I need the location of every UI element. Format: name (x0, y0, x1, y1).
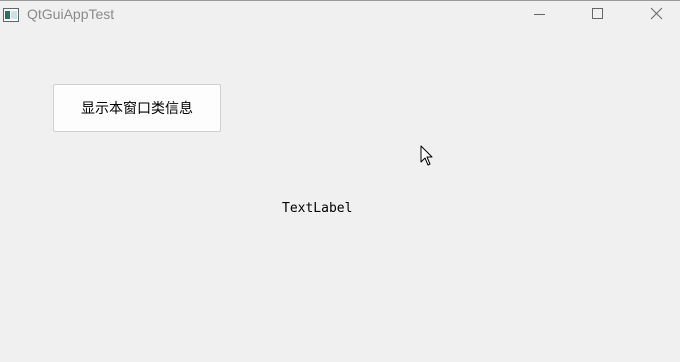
app-window-icon (3, 7, 19, 22)
maximize-button[interactable] (570, 1, 626, 30)
mouse-cursor-icon (420, 145, 434, 167)
minimize-button[interactable] (512, 1, 568, 30)
close-button[interactable] (628, 1, 680, 30)
show-class-info-button[interactable]: 显示本窗口类信息 (53, 84, 221, 132)
text-label: TextLabel (282, 201, 353, 216)
main-window: QtGuiAppTest 显示本窗口类信息 TextLabel (0, 0, 680, 362)
title-bar[interactable]: QtGuiAppTest (0, 1, 680, 30)
window-title: QtGuiAppTest (27, 6, 115, 22)
